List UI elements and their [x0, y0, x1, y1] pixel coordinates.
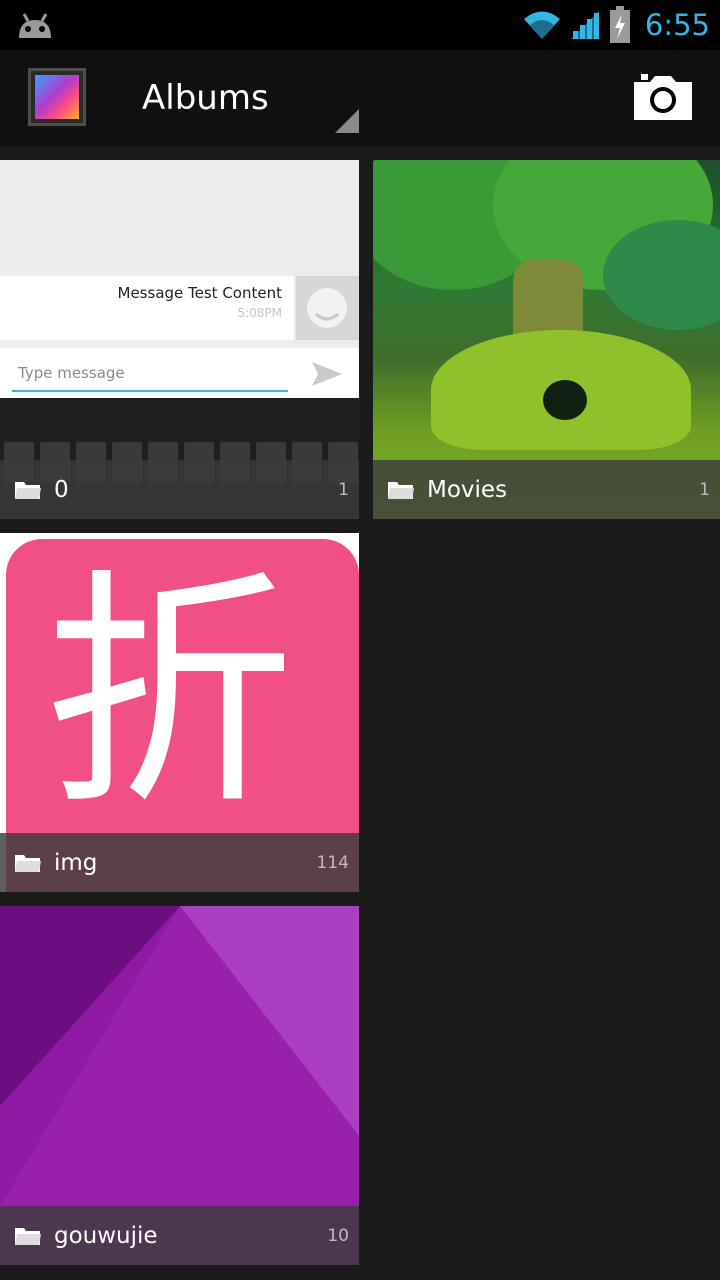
- album-count: 1: [699, 479, 710, 500]
- message-time: 5:08PM: [237, 306, 282, 320]
- album-name: gouwujie: [54, 1222, 158, 1249]
- album-label: img 114: [0, 833, 359, 892]
- album-label: Movies 1: [373, 460, 720, 519]
- album-label: gouwujie 10: [0, 1206, 359, 1265]
- cell-signal-icon: [570, 11, 599, 39]
- message-input-row: Type message: [0, 348, 359, 398]
- message-bubble: Message Test Content 5:08PM: [0, 276, 294, 340]
- album-tile[interactable]: Message Test Content 5:08PM Type message: [0, 160, 359, 519]
- wifi-icon: [523, 11, 560, 39]
- status-clock: 6:55: [644, 8, 710, 42]
- albums-title[interactable]: Albums: [142, 78, 269, 118]
- dropdown-spinner-indicator[interactable]: [335, 109, 359, 133]
- camera-icon[interactable]: [632, 72, 694, 124]
- status-bar: 6:55: [0, 0, 720, 50]
- thumbnail-glyph: 折: [44, 548, 294, 839]
- album-name: 0: [54, 476, 69, 503]
- album-name: img: [54, 849, 98, 876]
- send-icon: [312, 362, 342, 386]
- android-icon: [19, 13, 51, 38]
- message-input: Type message: [12, 362, 288, 392]
- folder-icon: [15, 1227, 41, 1245]
- album-name: Movies: [427, 476, 508, 503]
- album-count: 114: [316, 852, 349, 873]
- avatar: [296, 276, 359, 340]
- gallery-app-icon[interactable]: [28, 68, 86, 126]
- album-label: 0 1: [0, 460, 359, 519]
- folder-icon: [388, 481, 414, 499]
- battery-charging-icon: [609, 6, 630, 43]
- album-tile[interactable]: 折 img 114: [0, 533, 359, 892]
- album-tile[interactable]: Movies 1: [373, 160, 720, 519]
- action-bar: Albums: [0, 50, 720, 146]
- album-count: 10: [327, 1225, 349, 1246]
- album-count: 1: [338, 479, 349, 500]
- folder-icon: [15, 481, 41, 499]
- avatar-icon: [307, 288, 347, 328]
- gallery-app-icon-image: [35, 75, 79, 119]
- album-tile[interactable]: gouwujie 10: [0, 906, 359, 1265]
- message-text: Message Test Content: [117, 284, 282, 302]
- folder-icon: [15, 854, 41, 872]
